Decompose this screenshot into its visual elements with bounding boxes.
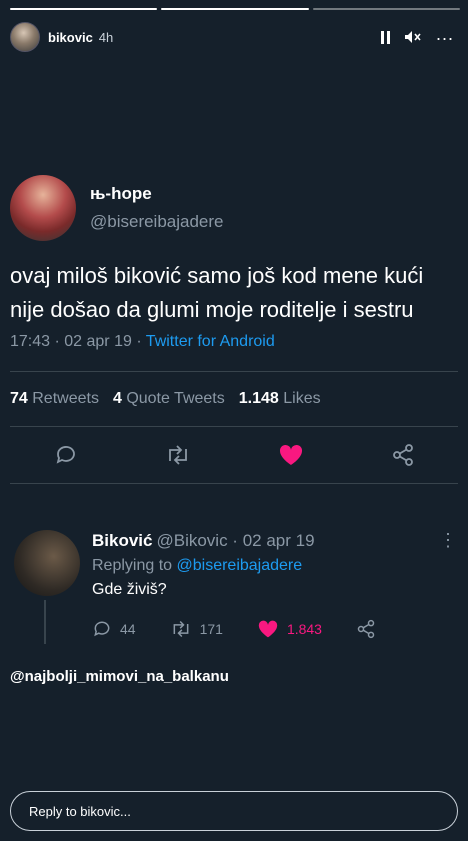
story-username[interactable]: bikovic: [48, 30, 93, 45]
retweet-icon: [173, 620, 188, 638]
tweet-timestamp: 17:43 · 02 apr 19 ·: [10, 333, 146, 350]
mute-icon[interactable]: [404, 30, 422, 44]
tweet-card: њ-hope @bisereibajadere ovaj miloš bikov…: [0, 175, 468, 484]
tweet-text: ovaj miloš biković samo još kod mene kuć…: [10, 263, 424, 322]
heart-icon[interactable]: [278, 443, 304, 467]
reply-icon: [94, 621, 110, 637]
story-progress: [10, 8, 460, 10]
tweet-stats: 74 Retweets 4 Quote Tweets 1.148 Likes: [10, 372, 458, 426]
retweets-stat[interactable]: 74 Retweets: [10, 390, 99, 408]
story-progress-segment: [10, 8, 158, 10]
pause-icon[interactable]: [380, 30, 390, 44]
story-progress-segment: [161, 8, 309, 10]
reply-author-name[interactable]: Biković: [92, 531, 152, 551]
tweet-author-avatar[interactable]: [10, 175, 76, 241]
share-icon: [357, 619, 375, 639]
replying-to: Replying to @bisereibajadere: [92, 557, 303, 574]
tweet-meta: 17:43 · 02 apr 19 · Twitter for Android: [10, 333, 458, 351]
likes-stat[interactable]: 1.148 Likes: [239, 390, 321, 408]
story-progress-segment: [312, 8, 460, 10]
reply-author-avatar[interactable]: [14, 530, 80, 596]
reply-retweet-button[interactable]: 171: [170, 619, 223, 639]
quote-tweets-stat[interactable]: 4 Quote Tweets: [113, 390, 225, 408]
reply-share-button[interactable]: [356, 619, 376, 639]
divider: [10, 483, 458, 484]
story-reply-input[interactable]: Reply to bikovic...: [10, 791, 458, 831]
reply-placeholder: Reply to bikovic...: [29, 803, 131, 819]
tweet-actions: [10, 427, 458, 483]
reply-tweet: Biković @Bikovic · 02 apr 19 ⋮ Replying …: [0, 530, 468, 644]
tweet-author-handle[interactable]: @bisereibajadere: [90, 212, 224, 232]
share-icon[interactable]: [391, 443, 415, 467]
reply-text: Gde živiš?: [92, 581, 167, 598]
tweet-author-name[interactable]: њ-hope: [90, 184, 224, 204]
reply-actions: 44 171 1.843: [92, 619, 458, 639]
heart-icon: [258, 620, 278, 638]
caption-mention[interactable]: @najbolji_mimovi_na_balkanu: [10, 668, 229, 685]
reply-author-handle[interactable]: @Bikovic · 02 apr 19: [156, 531, 314, 551]
tweet-source[interactable]: Twitter for Android: [146, 333, 275, 350]
story-avatar[interactable]: [10, 22, 40, 52]
replying-to-handle[interactable]: @bisereibajadere: [177, 557, 303, 574]
retweet-icon[interactable]: [165, 443, 191, 467]
reply-reply-button[interactable]: 44: [92, 619, 136, 639]
story-controls: ...: [380, 25, 454, 44]
more-icon[interactable]: ...: [436, 25, 454, 43]
reply-like-button[interactable]: 1.843: [257, 619, 322, 639]
thread-line: [44, 600, 46, 644]
story-header: bikovic 4h ...: [10, 22, 460, 52]
reply-more-icon[interactable]: ⋮: [439, 530, 458, 551]
story-time: 4h: [98, 29, 114, 45]
reply-icon[interactable]: [54, 443, 78, 467]
